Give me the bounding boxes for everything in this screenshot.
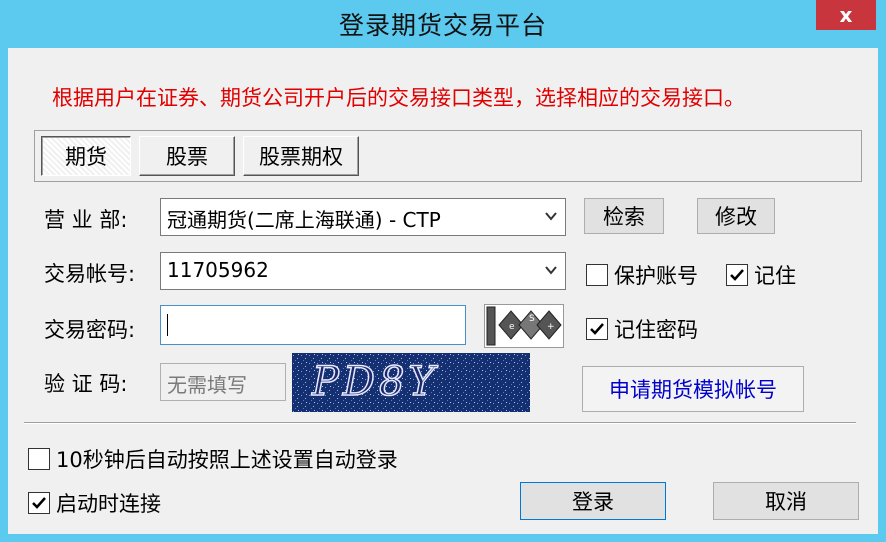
- checkmark-icon: [28, 492, 50, 514]
- svg-text:+: +: [547, 322, 555, 332]
- remember-password-label: 记住密码: [614, 318, 698, 342]
- checkbox-unchecked-icon: [28, 448, 50, 470]
- branch-label: 营 业 部:: [44, 208, 128, 232]
- captcha-label: 验 证 码:: [44, 372, 128, 396]
- close-button[interactable]: x: [816, 0, 876, 30]
- close-icon: x: [839, 3, 853, 27]
- chevron-down-icon: [545, 212, 557, 221]
- dialog-body: 根据用户在证券、期货公司开户后的交易接口类型，选择相应的交易接口。 期货 股票 …: [8, 48, 878, 534]
- remember-account-label: 记住: [754, 264, 796, 288]
- soft-keyboard-button[interactable]: e S +: [484, 304, 564, 348]
- keyboard-icon: e S +: [486, 306, 562, 346]
- branch-value: 冠通期货(二席上海联通) - CTP: [167, 208, 441, 232]
- protect-account-label: 保护账号: [614, 264, 698, 288]
- tab-stocks[interactable]: 股票: [139, 136, 235, 176]
- notice-text: 根据用户在证券、期货公司开户后的交易接口类型，选择相应的交易接口。: [52, 86, 745, 110]
- remember-password-checkbox[interactable]: 记住密码: [586, 314, 698, 344]
- chevron-down-icon: [545, 266, 557, 275]
- protect-account-checkbox[interactable]: 保护账号: [586, 260, 698, 290]
- account-label: 交易帐号:: [44, 262, 136, 286]
- remember-account-checkbox[interactable]: 记住: [726, 260, 796, 290]
- text-caret: [167, 314, 168, 336]
- modify-button[interactable]: 修改: [697, 198, 775, 234]
- login-window: 登录期货交易平台 x 根据用户在证券、期货公司开户后的交易接口类型，选择相应的交…: [0, 0, 886, 542]
- captcha-input[interactable]: 无需填写: [160, 363, 286, 401]
- account-select[interactable]: 11705962: [160, 252, 566, 290]
- captcha-text: PD8Y: [311, 358, 439, 406]
- connect-on-start-label: 启动时连接: [56, 492, 161, 516]
- password-label: 交易密码:: [44, 318, 136, 342]
- interface-tabs: 期货 股票 股票期权: [34, 130, 862, 182]
- window-title: 登录期货交易平台: [338, 11, 547, 40]
- search-button[interactable]: 检索: [584, 198, 664, 234]
- checkmark-icon: [586, 318, 608, 340]
- tab-futures[interactable]: 期货: [41, 136, 131, 176]
- svg-text:S: S: [529, 314, 535, 324]
- cancel-button[interactable]: 取消: [713, 482, 859, 520]
- auto-login-checkbox[interactable]: 10秒钟后自动按照上述设置自动登录: [28, 444, 398, 474]
- password-input[interactable]: [160, 305, 466, 345]
- auto-login-label: 10秒钟后自动按照上述设置自动登录: [56, 448, 398, 472]
- tab-stock-options[interactable]: 股票期权: [243, 136, 359, 176]
- checkbox-unchecked-icon: [586, 264, 608, 286]
- separator: [24, 422, 856, 424]
- connect-on-start-checkbox[interactable]: 启动时连接: [28, 488, 161, 518]
- apply-demo-account-button[interactable]: 申请期货模拟帐号: [582, 366, 804, 412]
- svg-text:e: e: [509, 322, 515, 332]
- account-value: 11705962: [167, 258, 269, 282]
- branch-select[interactable]: 冠通期货(二席上海联通) - CTP: [160, 198, 566, 236]
- captcha-image[interactable]: PD8Y: [292, 353, 530, 412]
- captcha-placeholder: 无需填写: [167, 373, 247, 397]
- login-button[interactable]: 登录: [520, 482, 666, 520]
- title-bar[interactable]: 登录期货交易平台 x: [0, 0, 886, 48]
- checkmark-icon: [726, 264, 748, 286]
